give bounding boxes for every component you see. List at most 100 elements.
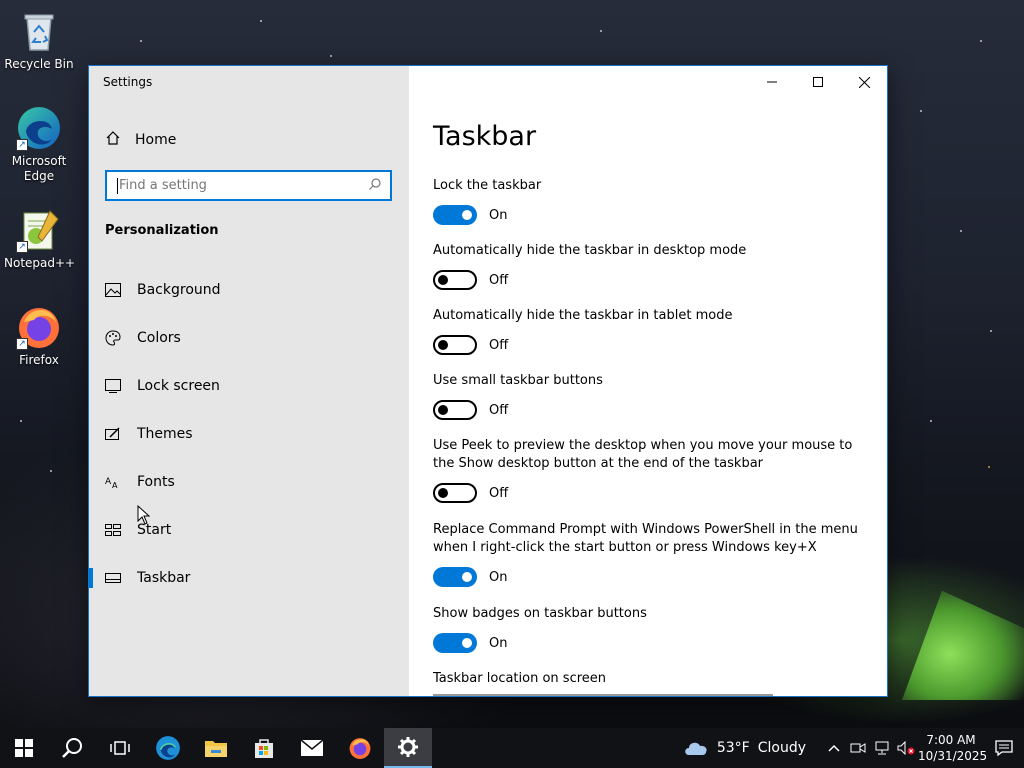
- page-title: Taskbar: [433, 121, 537, 152]
- setting-label: Replace Command Prompt with Windows Powe…: [433, 522, 858, 555]
- close-icon: [858, 76, 870, 88]
- toggle-state: Off: [489, 272, 509, 288]
- desktop-icon-recycle-bin[interactable]: Recycle Bin: [4, 8, 74, 72]
- location-dropdown[interactable]: [433, 694, 773, 696]
- notepad-plus-plus-icon: ↗: [16, 207, 62, 253]
- small-buttons-toggle[interactable]: [433, 400, 477, 420]
- setting-powershell: Replace Command Prompt with Windows Powe…: [433, 521, 873, 587]
- desktop-icon-label: Microsoft Edge: [11, 154, 67, 183]
- setting-label: Lock the taskbar: [433, 178, 542, 193]
- close-button[interactable]: [841, 66, 887, 98]
- task-view-button[interactable]: [96, 728, 144, 768]
- sidebar-nav: Background Colors Lock screen Themes A A…: [89, 266, 409, 602]
- window-title: Settings: [103, 75, 153, 89]
- setting-location: Taskbar location on screen: [433, 670, 873, 688]
- clock-date: 10/31/2025: [918, 749, 988, 763]
- sidebar-item-lock-screen[interactable]: Lock screen: [89, 362, 409, 410]
- sidebar-item-taskbar[interactable]: Taskbar: [89, 554, 409, 602]
- taskbar-mail-button[interactable]: [288, 728, 336, 768]
- network-button[interactable]: [870, 728, 894, 768]
- desktop-icon-label: Notepad++: [4, 256, 76, 270]
- search-input[interactable]: Find a setting: [119, 178, 368, 193]
- peek-toggle[interactable]: [433, 483, 477, 503]
- toggle-state: Off: [489, 402, 509, 418]
- taskbar-edge-button[interactable]: [144, 728, 192, 768]
- chevron-up-icon: [828, 744, 840, 752]
- setting-label: Automatically hide the taskbar in tablet…: [433, 308, 733, 323]
- weather-widget[interactable]: 53°F Cloudy: [683, 739, 806, 757]
- cloud-icon: [685, 742, 707, 755]
- fonts-icon: AA: [105, 474, 121, 490]
- taskbar-firefox-button[interactable]: [336, 728, 384, 768]
- sidebar-item-background[interactable]: Background: [89, 266, 409, 314]
- action-center-button[interactable]: [984, 728, 1024, 768]
- taskbar-icon: [105, 570, 121, 586]
- setting-label: Automatically hide the taskbar in deskto…: [433, 243, 747, 258]
- autohide-desktop-toggle[interactable]: [433, 270, 477, 290]
- sidebar-item-themes[interactable]: Themes: [89, 410, 409, 458]
- sidebar-item-label: Themes: [137, 426, 193, 442]
- sidebar-item-colors[interactable]: Colors: [89, 314, 409, 362]
- notification-icon: [995, 740, 1013, 756]
- start-icon: [105, 522, 121, 538]
- mail-icon: [300, 739, 324, 756]
- search-icon: [62, 738, 82, 758]
- video-call-icon: [850, 743, 866, 753]
- gear-icon: [398, 737, 418, 757]
- home-link[interactable]: Home: [105, 130, 176, 150]
- clock[interactable]: 7:00 AM 10/31/2025: [918, 732, 988, 764]
- volume-button[interactable]: [894, 728, 918, 768]
- sidebar-item-label: Lock screen: [137, 378, 220, 394]
- minimize-icon: [767, 81, 777, 83]
- toggle-state: Off: [489, 485, 509, 501]
- search-box[interactable]: Find a setting: [105, 170, 392, 201]
- setting-lock-taskbar: Lock the taskbar On: [433, 177, 873, 225]
- show-hidden-icons-button[interactable]: [822, 728, 846, 768]
- lock-screen-icon: [105, 378, 121, 394]
- maximize-icon: [813, 77, 823, 87]
- system-tray: 53°F Cloudy 7:00 AM 10/31/2025: [683, 728, 1024, 768]
- search-icon[interactable]: [368, 177, 382, 195]
- setting-label: Taskbar location on screen: [433, 671, 607, 686]
- task-view-icon: [110, 741, 130, 755]
- sidebar-item-label: Taskbar: [137, 570, 191, 586]
- setting-autohide-tablet: Automatically hide the taskbar in tablet…: [433, 307, 873, 355]
- desktop-icon-notepad-plus-plus[interactable]: ↗ Notepad++: [4, 207, 76, 271]
- sidebar-item-label: Colors: [137, 330, 181, 346]
- taskbar-settings-button[interactable]: [384, 728, 432, 768]
- folder-icon: [205, 741, 227, 757]
- search-button[interactable]: [48, 728, 96, 768]
- taskbar-file-explorer-button[interactable]: [192, 728, 240, 768]
- recycle-bin-icon: [16, 8, 62, 54]
- home-label: Home: [135, 132, 177, 148]
- desktop-icon-edge[interactable]: ↗ Microsoft Edge: [4, 105, 74, 184]
- toggle-state: On: [489, 569, 508, 585]
- toggle-state: Off: [489, 337, 509, 353]
- edge-icon: ↗: [16, 105, 62, 151]
- svg-text:A: A: [112, 481, 118, 489]
- setting-badges: Show badges on taskbar buttons On: [433, 605, 873, 653]
- powershell-toggle[interactable]: [433, 567, 477, 587]
- meet-now-button[interactable]: [846, 728, 870, 768]
- taskbar-store-button[interactable]: [240, 728, 288, 768]
- desktop-icon-firefox[interactable]: ↗ Firefox: [4, 304, 74, 368]
- setting-label: Use Peek to preview the desktop when you…: [433, 438, 853, 471]
- start-button[interactable]: [0, 728, 48, 768]
- windows-logo-icon: [15, 739, 33, 757]
- section-title: Personalization: [105, 223, 219, 238]
- maximize-button[interactable]: [795, 66, 841, 98]
- sidebar: Settings Home Find a setting Personaliza…: [89, 66, 409, 696]
- desktop-icon-label: Recycle Bin: [4, 57, 74, 71]
- toggle-state: On: [489, 207, 508, 223]
- weather-condition: Cloudy: [757, 740, 806, 756]
- minimize-button[interactable]: [749, 66, 795, 98]
- text-caret: [117, 177, 118, 194]
- toggle-state: On: [489, 635, 508, 651]
- setting-autohide-desktop: Automatically hide the taskbar in deskto…: [433, 242, 873, 290]
- picture-icon: [105, 282, 121, 298]
- badges-toggle[interactable]: [433, 633, 477, 653]
- lock-taskbar-toggle[interactable]: [433, 205, 477, 225]
- autohide-tablet-toggle[interactable]: [433, 335, 477, 355]
- sidebar-item-fonts[interactable]: AA Fonts: [89, 458, 409, 506]
- edge-icon: [156, 736, 180, 760]
